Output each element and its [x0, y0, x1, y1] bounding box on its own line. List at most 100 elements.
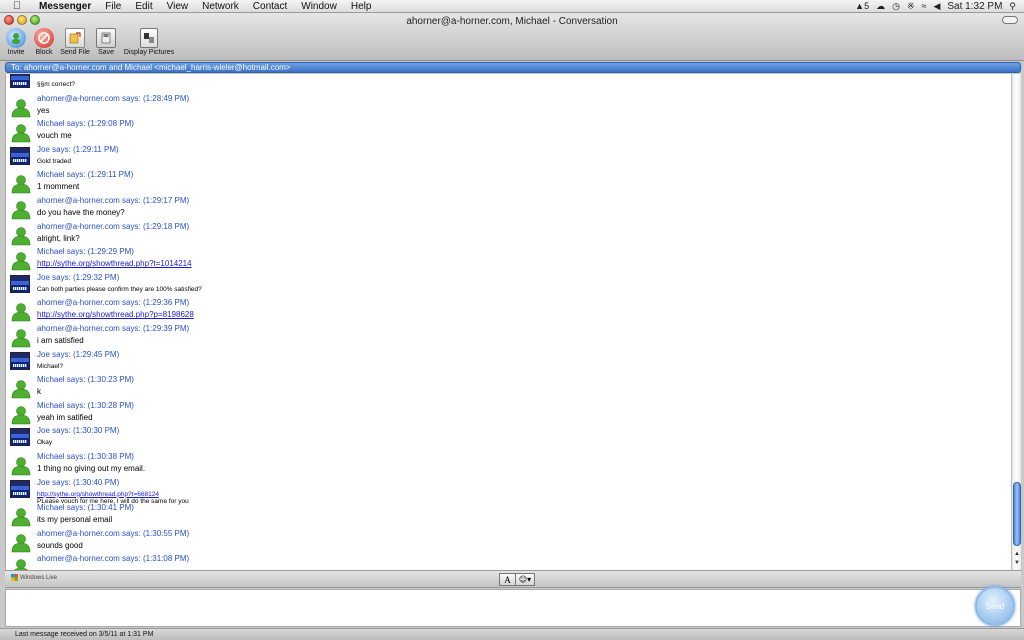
message-input[interactable] — [6, 590, 966, 624]
buddy-icon[interactable] — [10, 507, 32, 527]
scroll-down-arrow-icon[interactable]: ▼ — [1013, 559, 1021, 568]
message-link[interactable]: http://sythe.org/showthread.php?t=101421… — [37, 259, 192, 268]
message-link[interactable]: http://sythe.org/showthread.php?p=819862… — [37, 310, 194, 319]
buddy-icon[interactable] — [10, 558, 32, 570]
display-pictures-button[interactable]: Display Pictures — [123, 28, 175, 56]
display-picture[interactable] — [10, 146, 30, 165]
menu-network[interactable]: Network — [195, 0, 246, 13]
display-picture[interactable] — [10, 428, 30, 447]
adobe-count: 5 — [864, 1, 870, 11]
adobe-icon[interactable]: ▲5 — [855, 1, 869, 11]
format-buttons: A ☺▾ — [499, 573, 535, 586]
invite-icon — [6, 28, 26, 48]
invite-button[interactable]: Invite — [5, 28, 27, 56]
display-pictures-label: Display Pictures — [123, 49, 175, 56]
toolbar: Invite Block Send File Save Display Pict… — [5, 28, 175, 56]
message-input-area[interactable] — [5, 589, 1021, 627]
message-row: ahorner@a-horner.com says: (1:29:18 PM) a… — [10, 222, 1000, 247]
send-file-button[interactable]: Send File — [60, 28, 90, 56]
message-header: ahorner@a-horner.com says: (1:29:39 PM) — [37, 324, 190, 333]
display-picture[interactable] — [10, 351, 30, 370]
message-text: Gold traded — [37, 157, 71, 165]
clock[interactable]: Sat 1:32 PM — [947, 1, 1002, 12]
windows-live-label: Windows Live — [20, 574, 58, 581]
buddy-icon[interactable] — [10, 98, 32, 118]
bluetooth-icon[interactable]: ※ — [907, 1, 915, 12]
buddy-icon[interactable] — [10, 200, 32, 220]
menu-bar:  Messenger File Edit View Network Conta… — [0, 0, 1024, 13]
buddy-icon[interactable] — [10, 405, 32, 425]
apple-icon[interactable]:  — [10, 0, 24, 12]
spotlight-icon[interactable]: ⚲ — [1009, 1, 1016, 12]
buddy-icon[interactable] — [10, 123, 32, 143]
windows-live-logo: Windows Live — [11, 574, 57, 581]
buddy-icon[interactable] — [10, 251, 32, 271]
display-pictures-icon — [140, 28, 158, 48]
menu-file[interactable]: File — [98, 0, 128, 13]
buddy-icon[interactable] — [10, 456, 32, 476]
toolbar-toggle-button[interactable] — [1002, 16, 1018, 24]
send-button[interactable]: Send — [975, 586, 1015, 626]
message-text: its my personal email — [37, 515, 113, 525]
display-picture[interactable] — [10, 479, 30, 498]
menu-contact[interactable]: Contact — [246, 0, 294, 13]
message-text: yes — [37, 105, 50, 115]
message-row: ahorner@a-horner.com says: (1:29:17 PM) d… — [10, 196, 1000, 221]
message-text: alright, link? — [37, 233, 80, 243]
message-row: ahorner@a-horner.com says: (1:29:36 PM) h… — [10, 298, 1000, 323]
message-header: Joe says: (1:30:40 PM) — [37, 477, 120, 487]
cloud-icon[interactable]: ☁ — [876, 1, 885, 12]
message-header: ahorner@a-horner.com says: (1:29:18 PM) — [37, 221, 190, 231]
scrollbar-thumb[interactable] — [1013, 482, 1021, 546]
conversation-scrollbar[interactable]: ▲ ▼ — [1011, 74, 1021, 570]
wifi-icon[interactable]: ≈ — [922, 1, 927, 11]
message-header: ahorner@a-horner.com says: (1:28:49 PM) — [37, 93, 190, 103]
buddy-icon[interactable] — [10, 174, 32, 194]
volume-icon[interactable]: ◀ — [933, 1, 940, 12]
save-button[interactable]: Save — [95, 28, 117, 56]
windows-flag-icon — [11, 574, 18, 581]
message-header: Michael says: (1:30:38 PM) — [37, 452, 134, 461]
format-bar: Windows Live A ☺▾ — [5, 570, 1021, 588]
message-text: i am satisfied — [37, 336, 84, 345]
message-header: ahorner@a-horner.com says: (1:29:36 PM) — [37, 298, 190, 308]
message-row: Michael says: (1:30:23 PM) k — [10, 375, 1000, 400]
block-button[interactable]: Block — [33, 28, 55, 56]
message-header: Michael says: (1:29:08 PM) — [37, 119, 134, 129]
menu-edit[interactable]: Edit — [128, 0, 159, 13]
buddy-icon[interactable] — [10, 226, 32, 246]
message-row: ahorner@a-horner.com says: (1:31:08 PM) — [10, 554, 1000, 570]
display-picture[interactable] — [10, 274, 30, 293]
message-row: Michael says: (1:30:38 PM) 1 thing no giv… — [10, 452, 1000, 477]
message-header: Michael says: (1:30:28 PM) — [37, 400, 134, 410]
menu-help[interactable]: Help — [344, 0, 379, 13]
buddy-icon[interactable] — [10, 302, 32, 322]
font-button[interactable]: A — [499, 573, 516, 586]
time-machine-icon[interactable]: ◷ — [892, 1, 900, 12]
message-header: Joe says: (1:30:30 PM) — [37, 426, 120, 436]
emoticon-button[interactable]: ☺▾ — [516, 573, 535, 586]
display-picture[interactable] — [10, 74, 30, 88]
message-text: Okay — [37, 439, 53, 447]
message-text: Michael? — [37, 362, 64, 370]
menu-view[interactable]: View — [160, 0, 196, 13]
send-file-icon — [65, 28, 85, 48]
message-row: ahorner@a-horner.com says: (1:29:39 PM) i… — [10, 324, 1000, 349]
message-text: sounds good — [37, 540, 83, 550]
message-row: Michael says: (1:29:11 PM) 1 momment — [10, 170, 1000, 195]
conversation-history[interactable]: §§m correct? ahorner@a-horner.com says: (… — [5, 74, 1011, 570]
menu-extras: ▲5 ☁ ◷ ※ ≈ ◀ Sat 1:32 PM ⚲ — [855, 1, 1024, 12]
status-bar: Last message received on 3/5/11 at 1:31 … — [0, 628, 1024, 640]
message-row: Joe says: (1:29:32 PM) Can both parties p… — [10, 273, 1000, 298]
recipients-bar[interactable]: To: ahorner@a-horner.com and Michael <mi… — [5, 62, 1021, 73]
scroll-up-arrow-icon[interactable]: ▲ — [1013, 550, 1021, 559]
buddy-icon[interactable] — [10, 328, 32, 348]
buddy-icon[interactable] — [10, 533, 32, 553]
message-link[interactable]: http://sythe.org/showthread.php?t=668124 — [37, 491, 159, 498]
buddy-icon[interactable] — [10, 379, 32, 399]
menu-app[interactable]: Messenger — [32, 0, 98, 13]
message-header: Michael says: (1:29:29 PM) — [37, 247, 134, 257]
message-header: Joe says: (1:29:32 PM) — [37, 272, 120, 282]
message-row: §§m correct? — [10, 74, 1000, 93]
menu-window[interactable]: Window — [294, 0, 344, 13]
